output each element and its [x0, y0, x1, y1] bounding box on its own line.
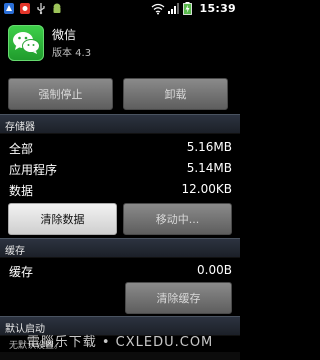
status-time: 15:39 — [199, 2, 236, 15]
clear-cache-button[interactable]: 清除缓存 — [125, 282, 232, 314]
cache-value: 0.00B — [197, 263, 232, 277]
system-status-icons: 15:39 — [151, 2, 236, 15]
cache-section-title: 缓存 — [5, 246, 25, 257]
cache-section-header: 缓存 — [0, 238, 240, 258]
watermark: 電腦乐下载 • CXLEDU.COM — [26, 334, 214, 350]
signal-app-icon — [3, 2, 15, 15]
uninstall-button[interactable]: 卸载 — [123, 78, 228, 110]
cache-row: 缓存 0.00B — [0, 260, 240, 280]
battery-charging-icon — [183, 2, 195, 15]
force-stop-button[interactable]: 强制停止 — [8, 78, 113, 110]
storage-value: 5.14MB — [186, 161, 232, 175]
storage-value: 12.00KB — [181, 182, 232, 196]
storage-section-title: 存储器 — [5, 122, 35, 133]
storage-label: 应用程序 — [9, 163, 58, 177]
app-version: 版本 4.3 — [52, 48, 92, 59]
status-bar: 15:39 — [0, 0, 240, 20]
app-header: 微信 版本 4.3 — [0, 20, 240, 70]
cell-signal-icon — [167, 2, 180, 15]
wifi-icon — [151, 2, 165, 15]
app-name: 微信 — [52, 28, 77, 42]
storage-row-app: 应用程序 5.14MB — [0, 158, 240, 178]
storage-row-data: 数据 12.00KB — [0, 179, 240, 199]
usb-icon — [35, 2, 47, 15]
cache-label: 缓存 — [9, 265, 34, 279]
bottom-divider — [0, 352, 240, 360]
notification-badge-icon — [19, 2, 31, 15]
move-to-sd-button[interactable]: 移动中... — [123, 203, 232, 235]
clear-data-button[interactable]: 清除数据 — [8, 203, 117, 235]
android-icon — [51, 2, 63, 15]
storage-value: 5.16MB — [186, 140, 232, 154]
storage-label: 全部 — [9, 142, 34, 156]
notification-icons — [3, 2, 63, 15]
storage-section-header: 存储器 — [0, 114, 240, 134]
storage-row-total: 全部 5.16MB — [0, 137, 240, 157]
storage-label: 数据 — [9, 184, 34, 198]
wechat-app-icon — [8, 25, 44, 61]
